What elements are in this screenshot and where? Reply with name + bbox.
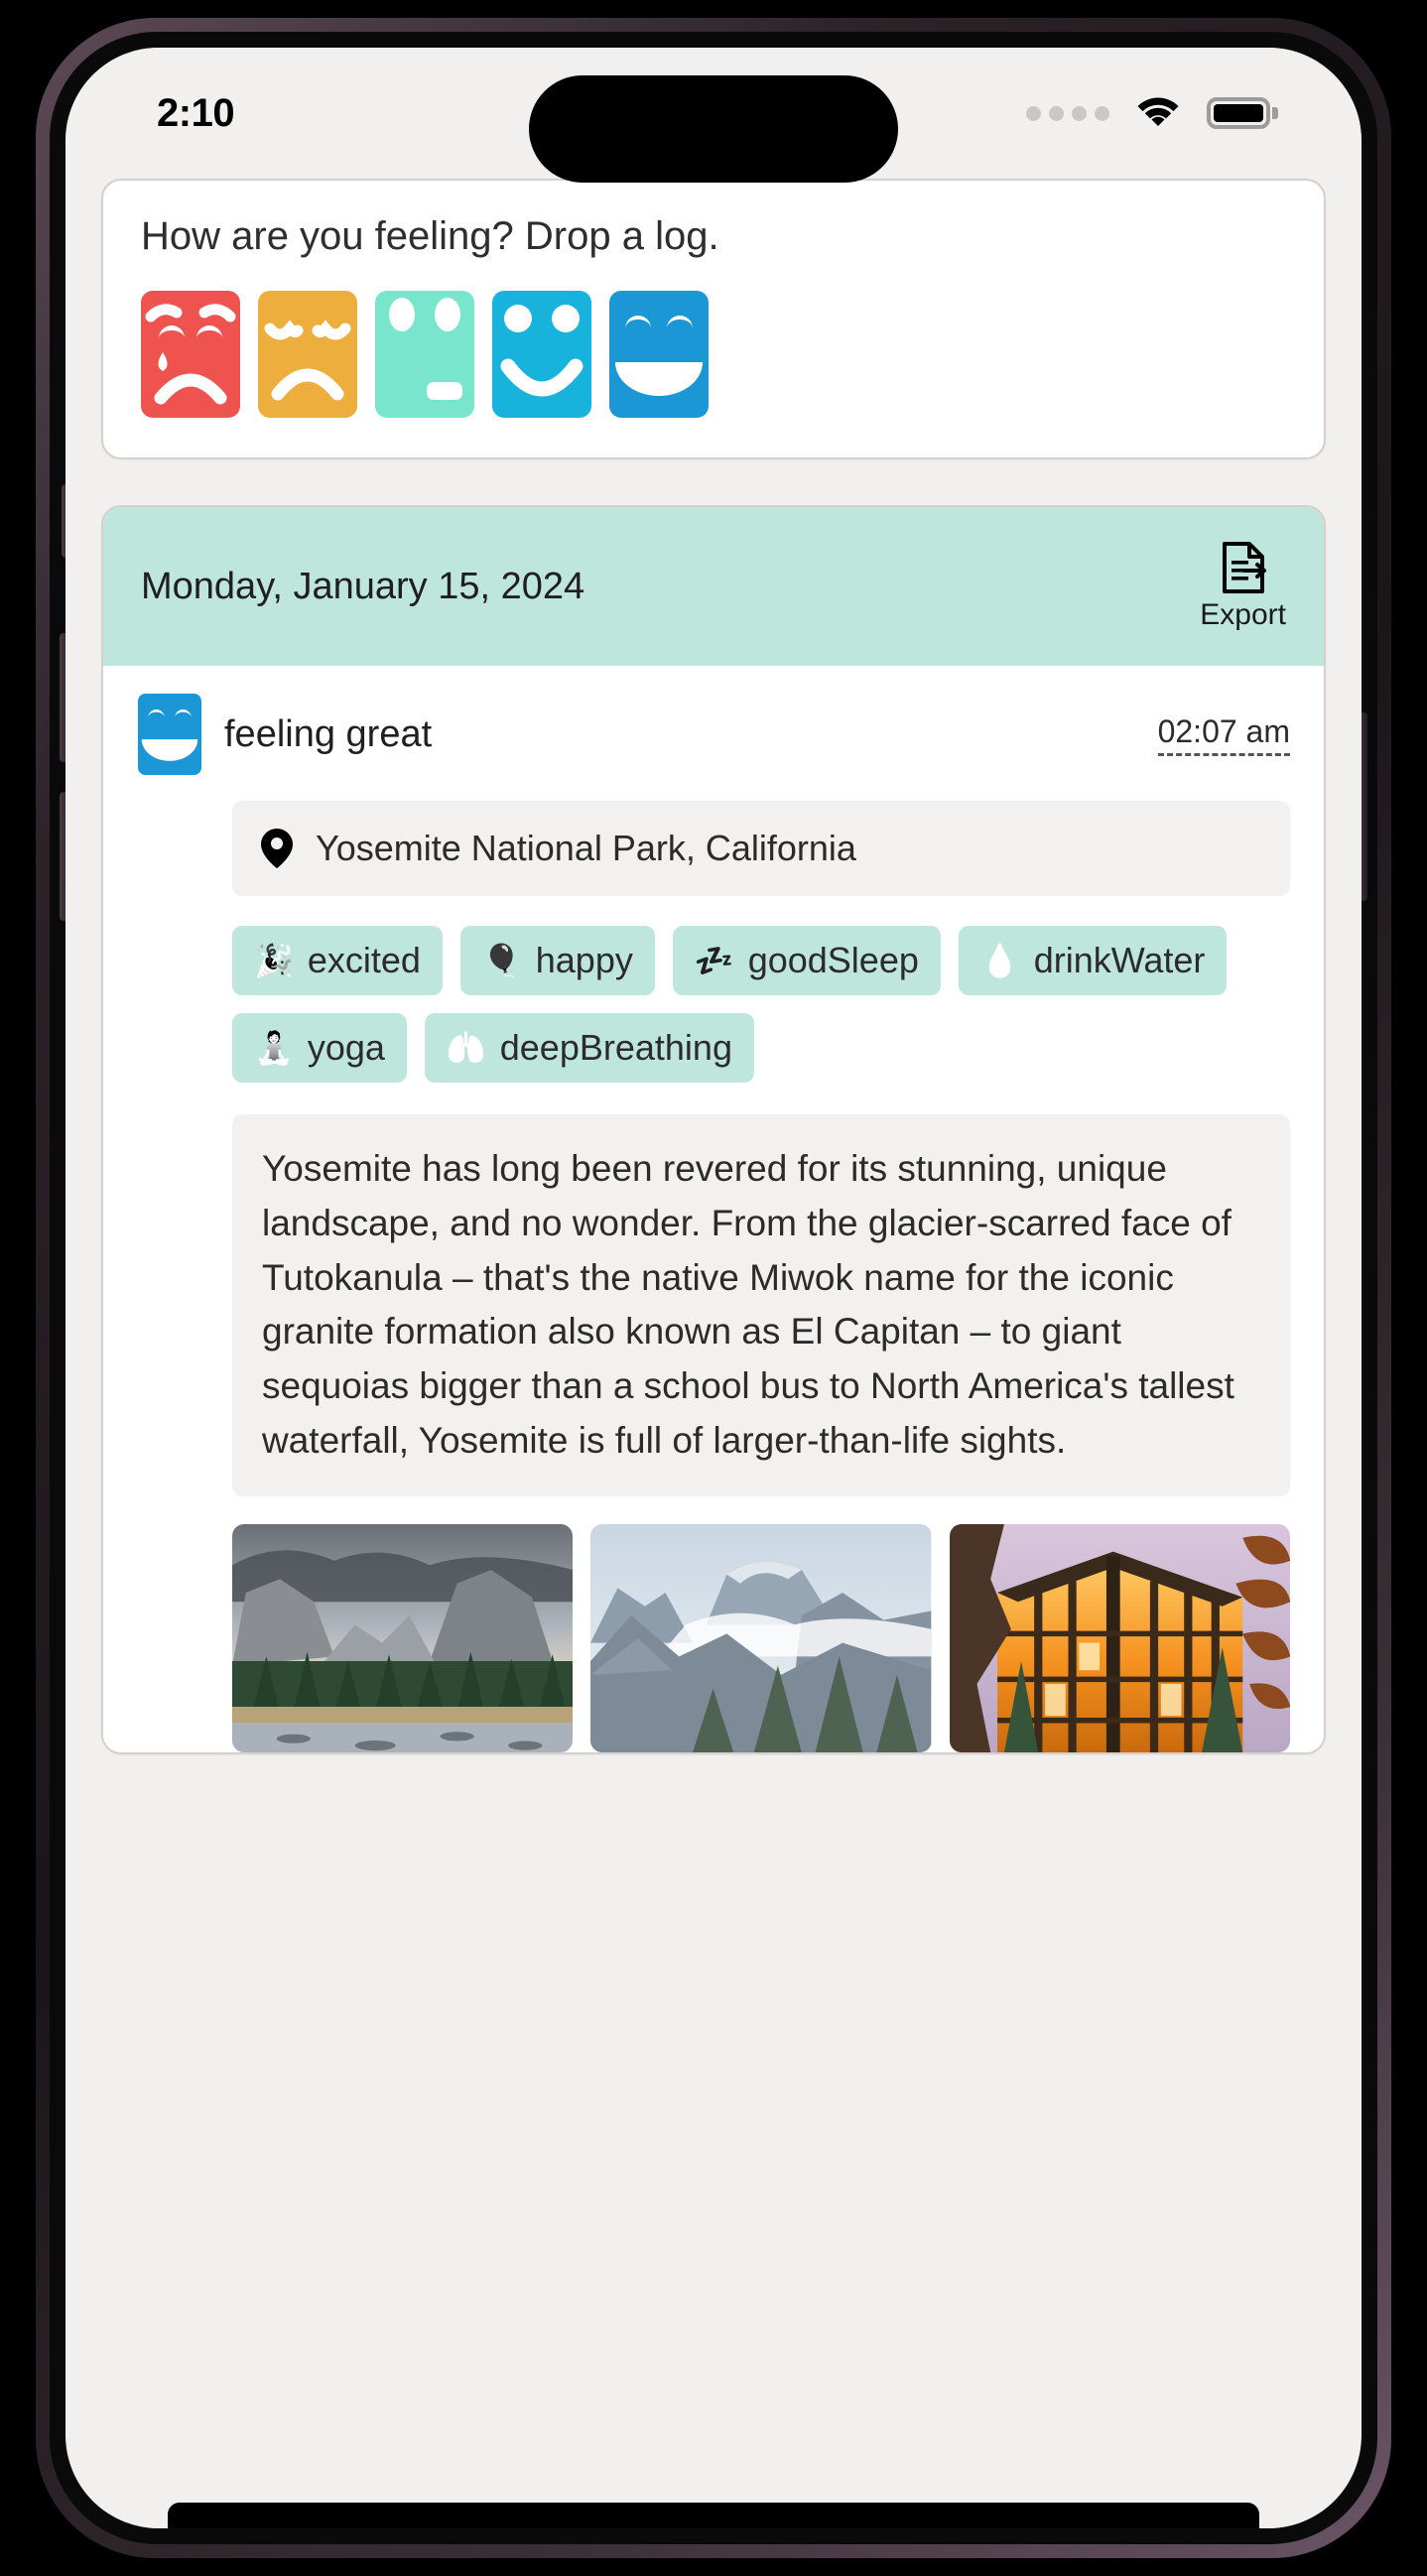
tag-label: excited bbox=[307, 940, 421, 980]
photo-glass-lodge[interactable] bbox=[949, 1523, 1290, 1752]
tag-chip-yoga[interactable]: 🧘 yoga bbox=[232, 1013, 407, 1083]
log-entry-card: Monday, January 15, 2024 Export feeling … bbox=[101, 505, 1326, 1754]
mood-prompt-card: How are you feeling? Drop a log. bbox=[101, 179, 1326, 459]
yoga-pose-icon: 🧘 bbox=[254, 1030, 294, 1066]
mood-very-sad-icon[interactable] bbox=[141, 291, 240, 418]
tag-label: goodSleep bbox=[747, 940, 919, 980]
tag-label: yoga bbox=[307, 1027, 385, 1068]
entry-header: feeling great 02:07 am bbox=[137, 694, 1290, 775]
entry-mood-great-icon bbox=[137, 694, 202, 775]
water-drop-icon: 💧 bbox=[979, 943, 1020, 978]
tag-chip-excited[interactable]: 🎉 excited bbox=[232, 926, 443, 995]
lungs-icon: 🫁 bbox=[446, 1030, 486, 1066]
phone-frame: 2:10 How are you feeling? Drop a log. Mo… bbox=[36, 18, 1391, 2558]
log-date-label: Monday, January 15, 2024 bbox=[141, 565, 585, 607]
tag-chip-goodsleep[interactable]: 💤 goodSleep bbox=[672, 926, 941, 995]
tag-chip-drinkwater[interactable]: 💧 drinkWater bbox=[958, 926, 1228, 995]
balloons-icon: 🎈 bbox=[481, 943, 522, 978]
wifi-icon bbox=[1135, 96, 1181, 130]
photo-half-dome[interactable] bbox=[590, 1523, 932, 1752]
phone-bezel: 2:10 How are you feeling? Drop a log. Mo… bbox=[50, 32, 1377, 2544]
mood-prompt-text: How are you feeling? Drop a log. bbox=[141, 214, 719, 258]
tag-chip-happy[interactable]: 🎈 happy bbox=[459, 926, 655, 995]
entry-photo-strip bbox=[232, 1523, 1290, 1752]
log-date-header: Monday, January 15, 2024 Export bbox=[103, 507, 1324, 666]
mood-sad-icon[interactable] bbox=[258, 291, 357, 418]
mood-neutral-icon[interactable] bbox=[375, 291, 474, 418]
mood-happy-icon[interactable] bbox=[492, 291, 591, 418]
cellular-dots-icon bbox=[1026, 105, 1109, 121]
battery-full-icon bbox=[1207, 97, 1278, 129]
home-indicator bbox=[168, 2503, 1259, 2528]
app-content: How are you feeling? Drop a log. Monday,… bbox=[65, 179, 1362, 2528]
export-button[interactable]: Export bbox=[1200, 541, 1286, 632]
dynamic-island bbox=[529, 75, 898, 183]
status-bar: 2:10 bbox=[65, 48, 1362, 183]
mood-great-icon[interactable] bbox=[609, 291, 709, 418]
tag-chip-deepbreathing[interactable]: 🫁 deepBreathing bbox=[424, 1013, 754, 1083]
photo-yosemite-valley[interactable] bbox=[232, 1523, 574, 1752]
entry-location-text: Yosemite National Park, California bbox=[316, 828, 856, 868]
tag-label: happy bbox=[535, 940, 633, 980]
log-entry-body: feeling great 02:07 am Yosemite National… bbox=[103, 666, 1324, 1752]
party-popper-icon: 🎉 bbox=[254, 943, 294, 978]
sleeping-moon-icon: 💤 bbox=[694, 943, 734, 978]
entry-details: Yosemite National Park, California 🎉 exc… bbox=[137, 801, 1290, 1752]
mood-selector bbox=[141, 291, 1286, 418]
export-label: Export bbox=[1200, 598, 1286, 631]
location-pin-icon bbox=[261, 829, 293, 868]
entry-note-text: Yosemite has long been revered for its s… bbox=[232, 1114, 1290, 1496]
entry-location-row[interactable]: Yosemite National Park, California bbox=[232, 801, 1290, 896]
document-export-icon bbox=[1222, 542, 1266, 593]
entry-tag-list: 🎉 excited 🎈 happy 💤 goodSleep 💧 drinkWat… bbox=[232, 926, 1290, 1083]
status-time: 2:10 bbox=[157, 90, 235, 135]
status-indicators bbox=[1026, 96, 1278, 130]
entry-timestamp[interactable]: 02:07 am bbox=[1157, 713, 1290, 756]
tag-label: deepBreathing bbox=[499, 1027, 732, 1068]
entry-mood-label: feeling great bbox=[224, 712, 433, 755]
tag-label: drinkWater bbox=[1033, 940, 1206, 980]
phone-screen: 2:10 How are you feeling? Drop a log. Mo… bbox=[65, 48, 1362, 2528]
